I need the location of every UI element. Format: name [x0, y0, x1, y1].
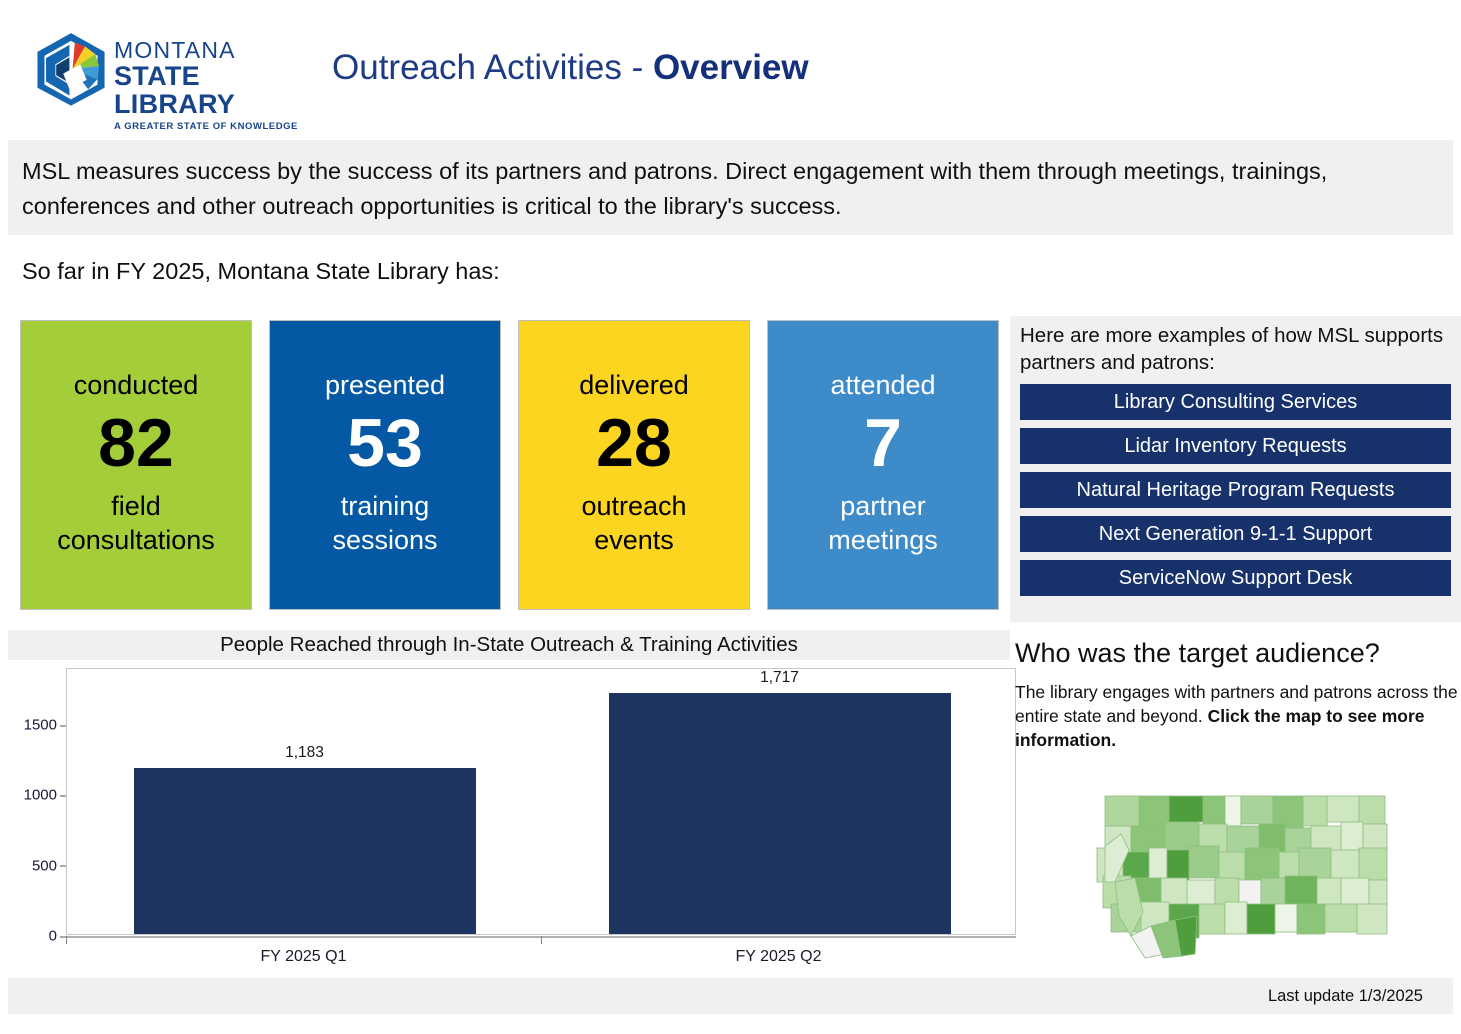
kpi-number: 82: [98, 405, 174, 481]
kpi-verb: presented: [324, 370, 446, 400]
kpi-verb: conducted: [73, 370, 199, 400]
sidebar-button-lidar-inventory-requests[interactable]: Lidar Inventory Requests: [1020, 428, 1451, 464]
audience-heading: Who was the target audience?: [1015, 638, 1380, 668]
msl-logo: MONTANA STATE LIBRARY A GREATER STATE OF…: [32, 30, 307, 132]
chart-title: People Reached through In-State Outreach…: [8, 630, 1010, 660]
kpi-card-outreach-events[interactable]: delivered 28 outreach events: [518, 320, 750, 610]
sidebar-intro-text: Here are more examples of how MSL suppor…: [1020, 324, 1444, 374]
audience-body: The library engages with partners and pa…: [1015, 680, 1461, 752]
so-far-subheading: So far in FY 2025, Montana State Library…: [22, 258, 500, 284]
chart-y-tick: 0: [49, 928, 67, 945]
kpi-card-row: conducted 82 field consultations present…: [0, 320, 1010, 618]
intro-banner: MSL measures success by the success of i…: [8, 140, 1453, 235]
kpi-unit: training sessions: [332, 491, 438, 555]
page-title: Outreach Activities - Overview: [332, 48, 809, 88]
chart-x-tick-mark: [66, 936, 67, 944]
page-header: MONTANA STATE LIBRARY A GREATER STATE OF…: [0, 0, 1461, 134]
logo-state-library-text: STATE LIBRARY: [114, 61, 236, 119]
outreach-bar-chart: People Reached through In-State Outreach…: [8, 630, 1016, 975]
examples-sidebar: Here are more examples of how MSL suppor…: [1010, 316, 1461, 622]
kpi-verb: attended: [830, 370, 936, 400]
last-update-text: Last update 1/3/2025: [1267, 986, 1423, 1005]
target-audience-panel: Who was the target audience? The library…: [1015, 636, 1461, 966]
kpi-card-partner-meetings[interactable]: attended 7 partner meetings: [767, 320, 999, 610]
montana-county-map[interactable]: [1075, 786, 1395, 961]
sidebar-button-servicenow-support-desk[interactable]: ServiceNow Support Desk: [1020, 560, 1451, 596]
footer: Last update 1/3/2025: [8, 978, 1453, 1014]
montana-choropleth-icon[interactable]: [1075, 786, 1395, 961]
sidebar-button-library-consulting-services[interactable]: Library Consulting Services: [1020, 384, 1451, 420]
kpi-unit: field consultations: [57, 491, 215, 555]
kpi-verb: delivered: [579, 370, 689, 400]
chart-y-tick: 1500: [24, 717, 67, 734]
kpi-number: 53: [347, 405, 423, 481]
page-title-plain: Outreach Activities -: [332, 48, 653, 87]
kpi-card-training-sessions[interactable]: presented 53 training sessions: [269, 320, 501, 610]
kpi-unit: outreach events: [581, 491, 687, 555]
chart-y-tick: 500: [32, 857, 67, 874]
msl-hexagon-logo-icon: [37, 33, 105, 106]
sidebar-button-natural-heritage-program-requests[interactable]: Natural Heritage Program Requests: [1020, 472, 1451, 508]
chart-plot-area: 0 500 1000 1500 1,183 1,717: [24, 668, 1016, 945]
chart-bar-value-label: 1,717: [760, 668, 799, 686]
logo-tagline-text: A GREATER STATE OF KNOWLEDGE: [114, 121, 298, 132]
chart-bar[interactable]: [608, 692, 951, 934]
intro-paragraph: MSL measures success by the success of i…: [22, 158, 1328, 219]
chart-bar-value-label: 1,183: [285, 743, 324, 761]
sidebar-button-list: Library Consulting Services Lidar Invento…: [1020, 384, 1451, 596]
chart-x-axis-label: FY 2025 Q2: [735, 948, 822, 965]
page-title-bold: Overview: [652, 48, 809, 87]
kpi-number: 28: [596, 405, 672, 481]
sidebar-button-next-generation-9-1-1-support[interactable]: Next Generation 9-1-1 Support: [1020, 516, 1451, 552]
kpi-unit: partner meetings: [828, 491, 938, 555]
chart-y-tick: 1000: [24, 787, 67, 804]
logo-montana-text: MONTANA: [114, 37, 236, 63]
kpi-card-field-consultations[interactable]: conducted 82 field consultations: [20, 320, 252, 610]
chart-x-tick-mark: [541, 936, 542, 944]
kpi-number: 7: [864, 405, 902, 481]
chart-x-axis-label: FY 2025 Q1: [260, 948, 347, 965]
chart-bar[interactable]: [133, 767, 476, 934]
